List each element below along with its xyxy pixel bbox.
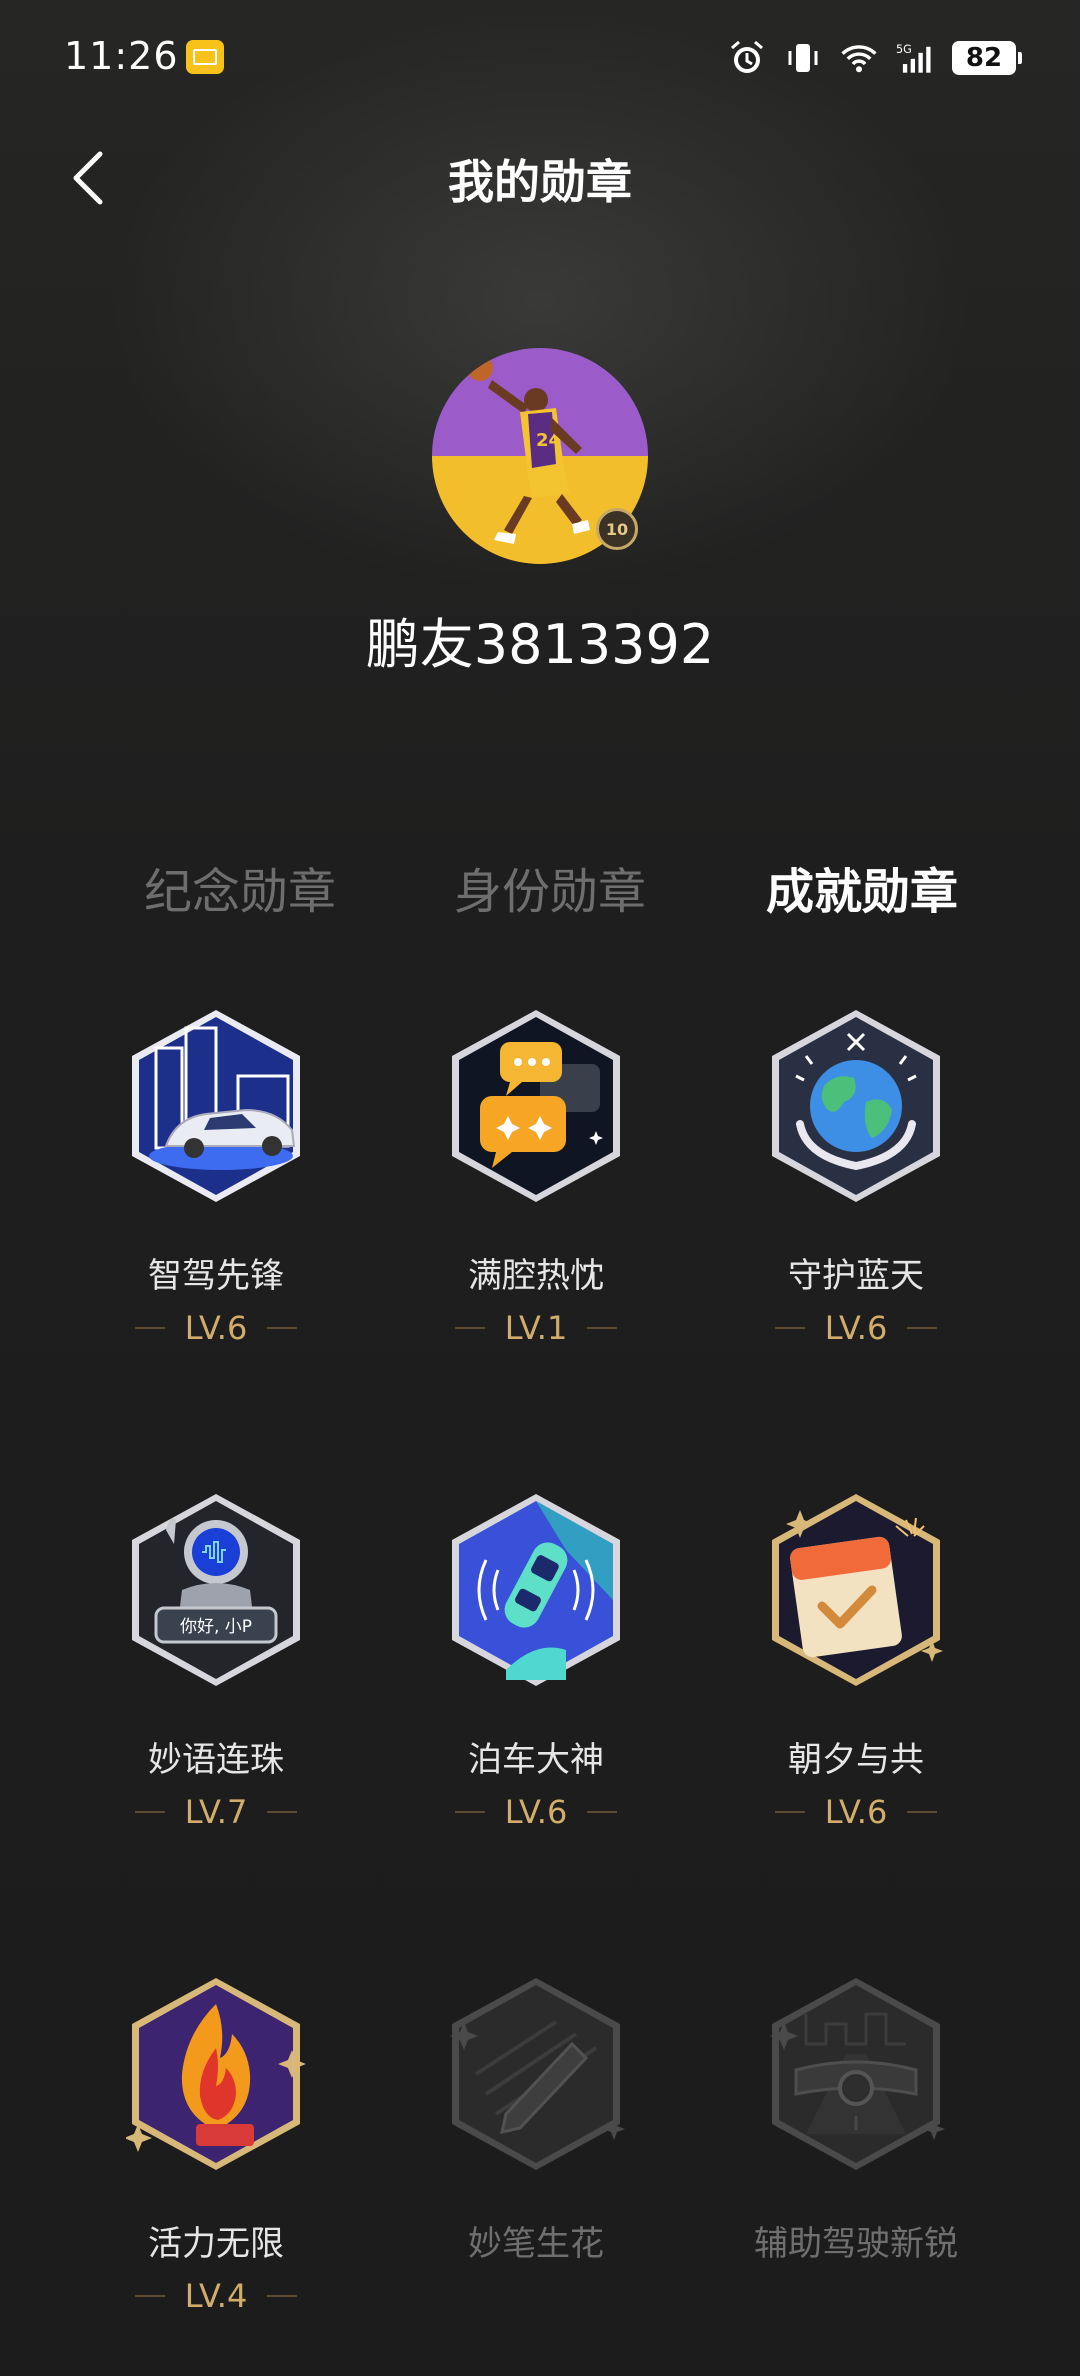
tab-identity[interactable]: 身份勋章 <box>420 852 680 922</box>
badge-name: 妙笔生花 <box>468 2224 604 2264</box>
tab-achievement[interactable]: 成就勋章 <box>732 852 992 922</box>
assisted-driving-icon <box>770 1978 945 2170</box>
badge-name: 满腔热忱 <box>468 1256 604 1296</box>
battery-icon: 82 <box>952 41 1022 75</box>
voice-assistant-icon: 你好, 小P <box>132 1494 300 1686</box>
badge-level: LV.1 <box>406 1308 666 1348</box>
avatar-level-badge: 10 <box>596 508 638 550</box>
mail-notification-icon <box>186 40 224 74</box>
flame-icon <box>126 1978 306 2170</box>
vibrate-icon <box>784 39 822 77</box>
page-title: 我的勋章 <box>448 155 632 209</box>
badge-item[interactable]: 活力无限 LV.4 <box>86 1974 346 2354</box>
chat-bubbles-icon <box>452 1010 620 1202</box>
badge-item-locked[interactable]: 辅助驾驶新锐 <box>726 1974 986 2354</box>
alarm-icon <box>728 39 766 77</box>
tab-commemorative[interactable]: 纪念勋章 <box>110 852 370 922</box>
badge-item-locked[interactable]: 妙笔生花 <box>406 1974 666 2354</box>
badge-name: 辅助驾驶新锐 <box>754 2224 958 2264</box>
badge-level: LV.6 <box>726 1308 986 1348</box>
svg-text:5G: 5G <box>896 43 912 56</box>
badge-name: 妙语连珠 <box>148 1740 284 1780</box>
badge-name: 活力无限 <box>148 2224 284 2264</box>
status-icons: 5G 82 <box>728 36 1022 80</box>
badge-item[interactable]: 满腔热忱 LV.1 <box>406 1006 666 1386</box>
status-bar: 11:26 5G 82 <box>0 0 1080 116</box>
badge-level: LV.4 <box>86 2276 346 2316</box>
badge-name: 泊车大神 <box>468 1740 604 1780</box>
badge-name: 守护蓝天 <box>788 1256 924 1296</box>
tab-bar: 纪念勋章 身份勋章 成就勋章 <box>0 852 1080 922</box>
badge-icon-text: 你好, 小P <box>180 1617 252 1637</box>
badge-level: LV.7 <box>86 1792 346 1832</box>
wifi-icon <box>840 39 878 77</box>
badge-level: LV.6 <box>726 1792 986 1832</box>
badge-item[interactable]: 你好, 小P 妙语连珠 LV.7 <box>86 1490 346 1870</box>
badge-item[interactable]: 朝夕与共 LV.6 <box>726 1490 986 1870</box>
badge-name: 朝夕与共 <box>788 1740 924 1780</box>
calendar-check-icon <box>772 1494 943 1686</box>
page-background: 11:26 5G 82 我的勋章 24 10 鹏友3813392 纪念勋章 身份… <box>0 0 1080 2376</box>
parking-car-icon <box>452 1494 620 1686</box>
username: 鹏友3813392 <box>365 613 715 676</box>
badge-level: LV.6 <box>406 1792 666 1832</box>
badge-name: 智驾先锋 <box>148 1256 284 1296</box>
pen-icon <box>450 1978 625 2170</box>
5g-signal-icon: 5G <box>896 39 934 77</box>
city-car-icon <box>132 1010 300 1202</box>
badge-level: LV.6 <box>86 1308 346 1348</box>
earth-hands-icon <box>772 1010 940 1202</box>
status-time: 11:26 <box>64 34 179 78</box>
badge-item[interactable]: 守护蓝天 LV.6 <box>726 1006 986 1386</box>
badge-item[interactable]: 智驾先锋 LV.6 <box>86 1006 346 1386</box>
badge-item[interactable]: 泊车大神 LV.6 <box>406 1490 666 1870</box>
